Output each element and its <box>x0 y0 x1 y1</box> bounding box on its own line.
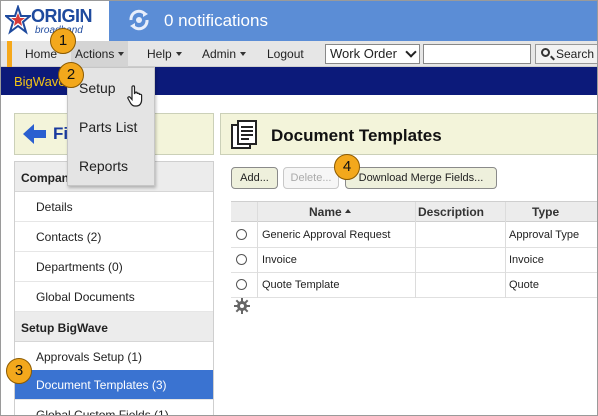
sidebar-item-approvals-setup[interactable]: Approvals Setup (1) <box>15 342 213 372</box>
callout-1: 1 <box>50 28 76 54</box>
delete-button[interactable]: Delete... <box>283 167 339 189</box>
sidebar-item-departments[interactable]: Departments (0) <box>15 252 213 282</box>
back-label: Fi <box>53 124 69 143</box>
nav-logout[interactable]: Logout <box>267 47 304 61</box>
hand-cursor-icon <box>127 85 143 107</box>
chevron-down-icon <box>175 52 182 56</box>
main-nav: Home Actions Help Admin Logout Work Orde… <box>1 41 597 67</box>
menu-item-parts-list[interactable]: Parts List <box>79 119 137 135</box>
column-divider <box>257 202 258 298</box>
sidebar-item-global-documents[interactable]: Global Documents <box>15 282 213 312</box>
row-select-radio[interactable] <box>236 279 247 290</box>
callout-2: 2 <box>58 62 84 88</box>
sidebar: Compan Details Contacts (2) Departments … <box>14 161 214 415</box>
app-window: ORIGIN broadband 0 notifications Home Ac… <box>0 0 598 416</box>
nav-admin-label: Admin <box>202 47 237 61</box>
logo-text: ORIGIN <box>31 6 93 26</box>
sidebar-item-contacts[interactable]: Contacts (2) <box>15 222 213 252</box>
nav-admin[interactable]: Admin <box>202 47 247 61</box>
add-button[interactable]: Add... <box>231 167 278 189</box>
cell-type: Quote <box>509 279 539 291</box>
search-button[interactable]: Search <box>535 44 597 64</box>
callout-3: 3 <box>6 358 32 384</box>
column-header-description[interactable]: Description <box>418 205 484 219</box>
search-type-select[interactable]: Work Order <box>325 44 420 64</box>
cell-name: Invoice <box>262 254 297 266</box>
search-type-value: Work Order <box>330 46 397 61</box>
nav-accent <box>7 41 12 67</box>
gear-icon[interactable] <box>234 298 250 314</box>
sort-ascending-icon <box>344 209 351 213</box>
row-select-radio[interactable] <box>236 254 247 265</box>
notifications-count[interactable]: 0 notifications <box>164 11 268 31</box>
search-icon <box>541 48 550 57</box>
column-header-type[interactable]: Type <box>532 205 559 219</box>
back-arrow-icon <box>23 124 46 144</box>
sidebar-item-document-templates[interactable]: Document Templates (3) <box>15 370 213 400</box>
column-divider <box>505 202 506 298</box>
menu-item-setup[interactable]: Setup <box>79 80 116 96</box>
sidebar-item-global-custom-fields[interactable]: Global Custom Fields (1) <box>15 400 213 415</box>
chevron-down-icon <box>118 52 125 56</box>
search-button-label: Search <box>556 47 595 61</box>
cell-type: Approval Type <box>509 229 580 241</box>
chevron-down-icon <box>405 46 417 58</box>
column-header-name-label: Name <box>309 205 342 219</box>
document-templates-icon <box>231 120 257 149</box>
nav-help[interactable]: Help <box>147 47 182 61</box>
callout-4: 4 <box>334 154 360 180</box>
cell-name: Quote Template <box>262 279 340 291</box>
sidebar-item-details[interactable]: Details <box>15 192 213 222</box>
content-header: Document Templates <box>220 113 597 155</box>
menu-item-reports[interactable]: Reports <box>79 158 128 174</box>
row-select-radio[interactable] <box>236 229 247 240</box>
nav-help-label: Help <box>147 47 172 61</box>
sidebar-header-setup: Setup BigWave <box>15 312 213 342</box>
templates-table: Name Description Type Generic Approval R… <box>231 201 597 298</box>
cell-name: Generic Approval Request <box>262 229 391 241</box>
nav-actions[interactable]: Actions <box>71 41 129 67</box>
logo-star-icon <box>5 5 31 35</box>
cell-type: Invoice <box>509 254 544 266</box>
nav-actions-label: Actions <box>75 47 115 61</box>
column-header-name[interactable]: Name <box>309 205 351 219</box>
column-divider <box>415 202 416 298</box>
chevron-down-icon <box>240 52 247 56</box>
page-title: Document Templates <box>271 126 442 145</box>
search-input[interactable] <box>423 44 531 64</box>
download-merge-fields-button[interactable]: Download Merge Fields... <box>345 167 497 189</box>
top-bar: ORIGIN broadband 0 notifications <box>1 1 597 41</box>
notifications-icon[interactable] <box>125 8 153 32</box>
